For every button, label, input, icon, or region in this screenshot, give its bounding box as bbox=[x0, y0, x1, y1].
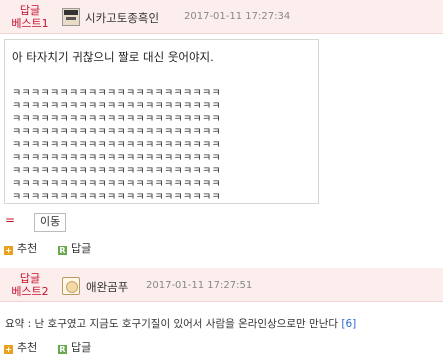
recommend-label: 추천 bbox=[17, 242, 38, 255]
comment-text: 요약 : 난 호구였고 지금도 호구기질이 있어서 사람을 온라인상으로만 만난… bbox=[5, 316, 356, 331]
best-label-line1: 답글 bbox=[19, 4, 41, 17]
avatar[interactable] bbox=[62, 8, 80, 26]
comment-header: 답글 베스트1 시카고토종흑인 2017-01-11 17:27:34 bbox=[0, 0, 443, 34]
recommend-button[interactable]: + 추천 bbox=[4, 341, 37, 357]
best-label-line1: 답글 bbox=[19, 272, 41, 285]
bear-face-icon bbox=[66, 281, 78, 293]
avatar-cap-icon bbox=[64, 10, 78, 15]
timestamp: 2017-01-11 17:27:34 bbox=[184, 11, 291, 22]
nickname[interactable]: 시카고토종흑인 bbox=[85, 10, 159, 26]
avatar-glasses-icon bbox=[66, 17, 76, 20]
best-label-line2: 베스트2 bbox=[11, 285, 49, 298]
reply-button[interactable]: R 답글 bbox=[58, 341, 91, 357]
comment-content: 아 타자치기 귀찮으니 짤로 대신 웃어야지. ㅋㅋㅋㅋㅋㅋㅋㅋㅋㅋㅋㅋㅋㅋㅋㅋ… bbox=[4, 39, 319, 204]
comment-header: 답글 베스트2 애완곰푸 2017-01-11 17:27:51 bbox=[0, 268, 443, 302]
reply-icon: R bbox=[58, 246, 67, 255]
plus-icon: + bbox=[4, 345, 13, 354]
move-button[interactable]: 이동 bbox=[34, 213, 67, 232]
reply-count-link[interactable]: [6] bbox=[341, 318, 356, 330]
best-label-line2: 베스트1 bbox=[11, 17, 49, 30]
reply-label: 답글 bbox=[71, 341, 92, 354]
best-reply-label: 답글 베스트1 bbox=[4, 4, 56, 30]
comment-actions: + 추천 R 답글 bbox=[4, 242, 204, 258]
reply-label: 답글 bbox=[71, 242, 92, 255]
recommend-button[interactable]: + 추천 bbox=[4, 242, 37, 258]
summary-text: 요약 : 난 호구였고 지금도 호구기질이 있어서 사람을 온라인상으로만 만난… bbox=[5, 318, 339, 330]
comment-actions: + 추천 R 답글 bbox=[4, 341, 204, 357]
recommend-label: 추천 bbox=[17, 341, 38, 354]
best-reply-label: 답글 베스트2 bbox=[4, 272, 56, 298]
timestamp: 2017-01-11 17:27:51 bbox=[146, 280, 253, 291]
reply-icon: R bbox=[58, 345, 67, 354]
avatar[interactable] bbox=[62, 277, 80, 295]
reply-button[interactable]: R 답글 bbox=[58, 242, 91, 258]
nickname[interactable]: 애완곰푸 bbox=[86, 279, 128, 295]
comment-text: 아 타자치기 귀찮으니 짤로 대신 웃어야지. bbox=[12, 50, 214, 64]
laugh-line: ㅋㅋㅋㅋㅋㅋㅋㅋㅋㅋㅋㅋㅋㅋㅋㅋㅋㅋㅋㅋㅋㅋ bbox=[12, 192, 221, 203]
equals-mark: = bbox=[5, 213, 16, 227]
plus-icon: + bbox=[4, 246, 13, 255]
